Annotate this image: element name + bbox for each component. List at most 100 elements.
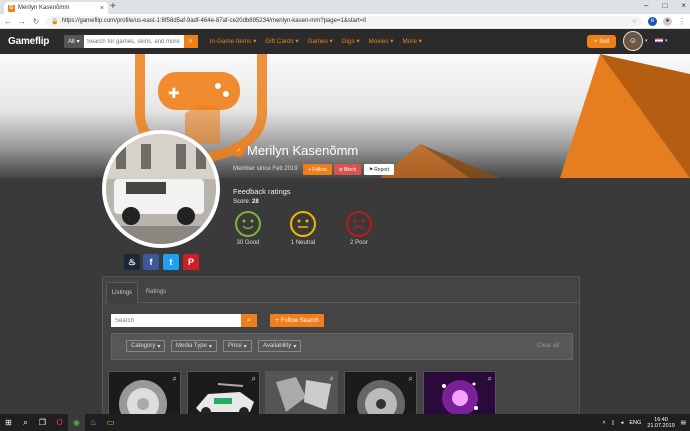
gameflip-favicon-icon: G [8, 4, 15, 12]
sell-button[interactable]: + Sell [587, 35, 616, 48]
menu-in-game-items[interactable]: In-Game Items ▾ [210, 38, 257, 45]
menu-gigs[interactable]: Gigs ▾ [342, 38, 360, 45]
block-icon: ⊘ [338, 166, 343, 173]
caret-down-icon: ▾ [76, 39, 80, 45]
browser-tab[interactable]: G Merilyn Kasenõmm × [4, 2, 108, 14]
caret-down-icon: ▾ [208, 343, 212, 350]
feedback-score: Score: 28 [233, 199, 259, 205]
clock[interactable]: 16:40 21.07.2019 [647, 417, 675, 429]
caret-down-icon: ▾ [243, 343, 247, 350]
plus-icon: + [275, 317, 279, 324]
car-thumbnail [196, 383, 254, 416]
gameflip-logo[interactable]: Gameflip [8, 36, 64, 47]
caret-down-icon[interactable]: ▾ [645, 38, 648, 44]
lock-icon: 🔒 [51, 18, 59, 25]
banner-art: ✚ [135, 54, 690, 178]
filter-media-type[interactable]: Media Type ▾ [171, 340, 217, 352]
profile-icon[interactable]: ● [663, 16, 672, 26]
language-indicator[interactable]: ENG [629, 420, 641, 426]
profile-avatar [102, 130, 220, 248]
svg-text:✚: ✚ [168, 86, 180, 102]
caret-down-icon[interactable]: ▾ [665, 38, 668, 44]
opera-icon[interactable]: O [51, 414, 68, 431]
maximize-icon[interactable]: □ [662, 1, 667, 10]
search-icon: ⌕ [188, 38, 193, 45]
facebook-icon[interactable]: f [143, 254, 159, 270]
listing-item[interactable]: ⌕ [108, 371, 181, 417]
notifications-icon[interactable]: ▤ [681, 420, 686, 426]
plus-icon: + [308, 166, 312, 173]
zoom-icon[interactable]: ⌕ [409, 374, 413, 384]
task-view-icon[interactable]: ❐ [34, 414, 51, 431]
follow-button[interactable]: + Follow [303, 164, 332, 175]
decal-thumbnail [266, 372, 337, 416]
extension-icon[interactable]: e [648, 16, 657, 26]
close-tab-icon[interactable]: × [100, 5, 104, 12]
twitter-icon[interactable]: t [163, 254, 179, 270]
steam-icon[interactable]: ♨ [124, 254, 140, 270]
menu-more[interactable]: More ▾ [402, 38, 421, 45]
listings-search-input[interactable] [111, 314, 241, 327]
menu-movies[interactable]: Movies ▾ [369, 38, 394, 45]
zoom-icon[interactable]: ⌕ [252, 374, 256, 384]
reload-icon[interactable]: ↻ [32, 17, 40, 26]
member-since: Member since Feb 2019 [233, 166, 298, 172]
browser-tab-title: Merilyn Kasenõmm [18, 5, 70, 11]
filter-price[interactable]: Price ▾ [223, 340, 252, 352]
caret-down-icon: ▾ [157, 343, 161, 350]
volume-icon[interactable]: ◂ [621, 420, 624, 426]
wheel-thumbnail [357, 380, 405, 416]
browser-menu-icon[interactable]: ⋮ [678, 17, 686, 26]
follow-search-button[interactable]: + Follow Search [270, 314, 324, 327]
minimize-icon[interactable]: – [644, 1, 648, 10]
windows-taskbar: ⊞ ⌕ ❐ O ◉ ♨ ▭ ˄ ▯ ◂ ENG 16:40 21.07.2019… [0, 414, 690, 431]
zoom-icon[interactable]: ⌕ [330, 374, 334, 384]
listing-item[interactable]: ⌕ [265, 371, 338, 417]
filter-availability[interactable]: Availability ▾ [258, 340, 302, 352]
search-scope-select[interactable]: All ▾ [64, 35, 84, 48]
zoom-icon[interactable]: ⌕ [173, 374, 177, 384]
profile-banner: ✚ [0, 54, 690, 178]
window-controls: – □ × [644, 1, 686, 10]
menu-gift-cards[interactable]: Gift Cards ▾ [265, 38, 298, 45]
listings-search-button[interactable]: ⌕ [241, 314, 257, 327]
listing-item[interactable]: ⌕ [344, 371, 417, 417]
poor-rating-label: 2 Poor [350, 240, 368, 246]
clear-all-link[interactable]: Clear all [537, 343, 559, 349]
close-window-icon[interactable]: × [681, 1, 686, 10]
user-avatar[interactable]: ☺ [623, 31, 643, 51]
search-icon[interactable]: ⌕ [17, 414, 34, 431]
tab-ratings[interactable]: Ratings [140, 282, 172, 303]
windows-start-icon[interactable]: ⊞ [0, 414, 17, 431]
main-menu: In-Game Items ▾ Gift Cards ▾ Games ▾ Gig… [210, 38, 422, 45]
neutral-rating-icon [290, 211, 316, 237]
language-flag-icon[interactable] [655, 38, 663, 43]
block-button[interactable]: ⊘ Block [334, 164, 361, 175]
zoom-icon[interactable]: ⌕ [488, 374, 492, 384]
chrome-icon[interactable]: ◉ [68, 414, 85, 431]
neutral-rating-label: 1 Neutral [290, 240, 316, 246]
profile-name: Merilyn Kasenõmm [247, 143, 359, 158]
clock-date: 21.07.2019 [647, 422, 675, 429]
address-bar[interactable]: 🔒 https://gameflip.com/profile/us-east-1… [46, 15, 642, 27]
wheel-thumbnail [119, 380, 167, 416]
url-text: https://gameflip.com/profile/us-east-1:6… [61, 18, 367, 24]
forward-icon[interactable]: → [18, 17, 26, 26]
site-search-input[interactable] [83, 35, 184, 48]
site-search-button[interactable]: ⌕ [183, 35, 198, 48]
file-explorer-icon[interactable]: ▭ [102, 414, 119, 431]
listing-item[interactable]: ⌕ [423, 371, 496, 417]
tab-listings[interactable]: Listings [106, 282, 138, 303]
new-tab-button[interactable]: + [110, 2, 116, 12]
listing-item[interactable]: ⌕ [187, 371, 260, 417]
steam-taskbar-icon[interactable]: ♨ [85, 414, 102, 431]
back-icon[interactable]: ← [4, 17, 12, 26]
bookmark-star-icon[interactable]: ☆ [632, 18, 637, 25]
pinterest-icon[interactable]: P [183, 254, 199, 270]
filter-category[interactable]: Category ▾ [126, 340, 166, 352]
tray-chevron-icon[interactable]: ˄ [602, 420, 605, 426]
menu-games[interactable]: Games ▾ [308, 38, 333, 45]
network-icon[interactable]: ▯ [612, 420, 615, 426]
report-button[interactable]: ⚑ Report [364, 164, 394, 175]
feedback-title: Feedback ratings [233, 187, 291, 196]
